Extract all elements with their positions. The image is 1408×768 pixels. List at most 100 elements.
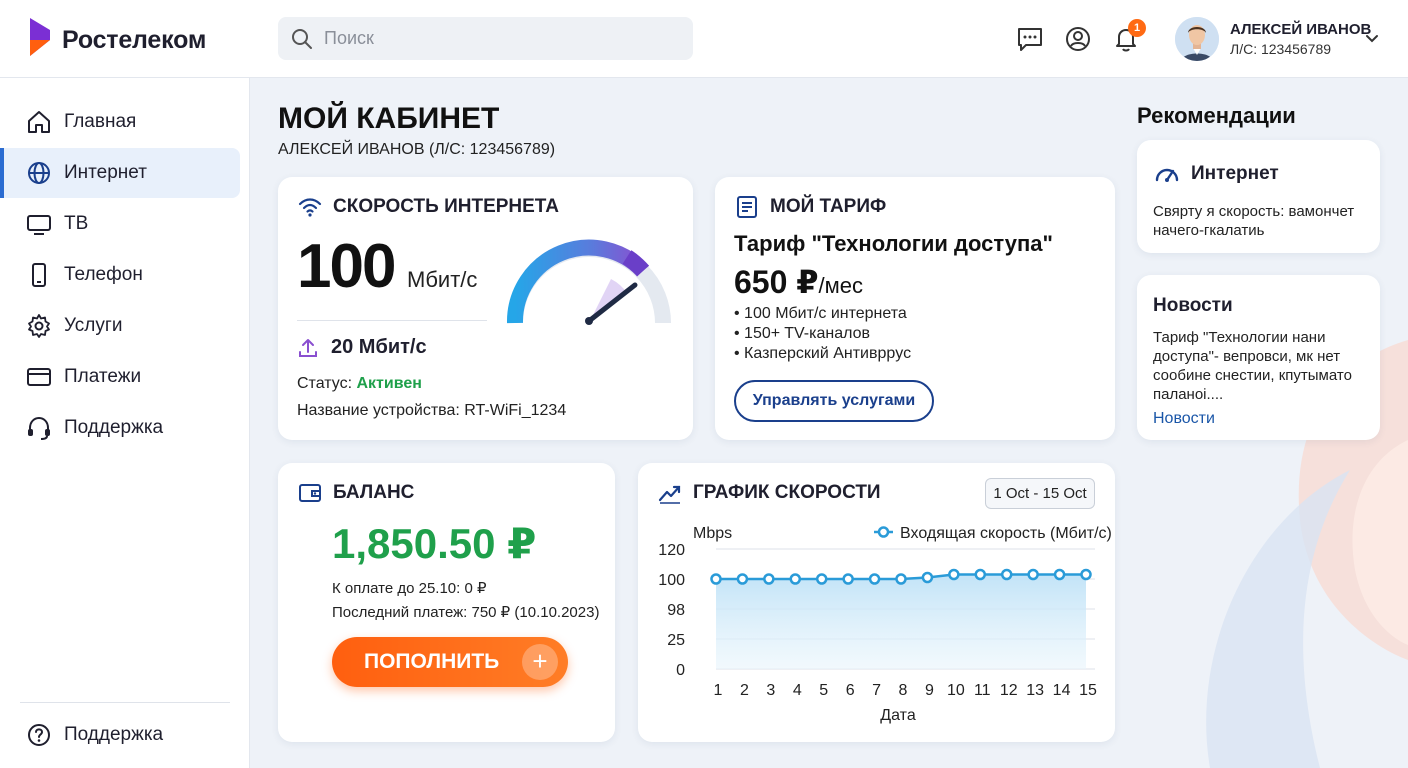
connection-status: Статус: Активен bbox=[297, 375, 422, 393]
x-tick-label: 14 bbox=[1053, 682, 1071, 699]
data-point bbox=[895, 573, 907, 585]
x-tick-label: 4 bbox=[793, 682, 802, 699]
profile-icon[interactable] bbox=[1064, 25, 1092, 53]
sidebar-item-internet[interactable]: Интернет bbox=[0, 148, 240, 198]
sidebar-item-home[interactable]: Главная bbox=[0, 97, 240, 147]
tariff-features: 100 Мбит/с интернета 150+ TV-каналов Каз… bbox=[734, 304, 911, 364]
news-title: Новости bbox=[1153, 295, 1233, 316]
data-point bbox=[1000, 568, 1013, 581]
avatar[interactable] bbox=[1175, 17, 1219, 61]
gear-icon bbox=[28, 314, 50, 338]
home-icon bbox=[28, 111, 50, 133]
page-title: МОЙ КАБИНЕТ bbox=[278, 102, 500, 135]
x-tick-label: 9 bbox=[925, 682, 934, 699]
speed-chart-card: ГРАФИК СКОРОСТИ 1 Oct - 15 Oct 120 100 98 2… bbox=[638, 463, 1115, 742]
x-tick-label: 7 bbox=[872, 682, 881, 699]
top-bar: Ростелеком 1 АЛЕКСЕЙ ИВАНОВ Л/С: 1234567… bbox=[0, 0, 1408, 78]
sidebar-item-label: Интернет bbox=[64, 162, 147, 183]
globe-icon bbox=[28, 162, 50, 184]
sidebar-item-payments[interactable]: Платежи bbox=[0, 352, 240, 402]
manage-services-button[interactable]: Управлять услугами bbox=[734, 380, 934, 422]
logo[interactable]: Ростелеком bbox=[28, 14, 206, 60]
y-tick-label: 100 bbox=[658, 572, 685, 589]
sidebar-item-label: Главная bbox=[64, 111, 137, 132]
help-icon bbox=[28, 724, 50, 746]
sidebar: Главная Интернет ТВ Телефон Услуги Плате… bbox=[0, 78, 250, 768]
data-point bbox=[868, 573, 881, 585]
upload-speed: 20 Мбит/с bbox=[297, 336, 427, 359]
headset-icon bbox=[28, 416, 50, 440]
recommendation-internet-card[interactable]: Интернет Свярту я скорость: вамончет нач… bbox=[1137, 140, 1380, 253]
sidebar-item-support[interactable]: Поддержка bbox=[0, 403, 240, 453]
speedometer-icon bbox=[1155, 168, 1179, 182]
plus-icon[interactable]: + bbox=[522, 644, 558, 680]
x-tick-label: 1 bbox=[714, 682, 723, 699]
list-item: 100 Мбит/с интернета bbox=[734, 304, 911, 324]
news-link[interactable]: Новости bbox=[1153, 410, 1215, 428]
data-point bbox=[1027, 568, 1039, 581]
user-account: Л/С: 123456789 bbox=[1230, 41, 1332, 57]
sidebar-item-label: ТВ bbox=[64, 213, 89, 234]
status-label: Статус: bbox=[297, 375, 353, 392]
notification-badge: 1 bbox=[1128, 19, 1146, 37]
speed-card-title: СКОРОСТЬ ИНТЕРНЕТА bbox=[297, 194, 559, 220]
tariff-price-value: 650 ₽ bbox=[734, 264, 819, 300]
tariff-card: МОЙ ТАРИФ Тариф "Технологии доступа" 650… bbox=[715, 177, 1115, 440]
y-tick-label: 0 bbox=[676, 662, 685, 679]
tariff-price: 650 ₽/мес bbox=[734, 263, 863, 301]
data-point bbox=[974, 568, 987, 581]
list-item: Казперский Антиврpус bbox=[734, 344, 911, 364]
x-tick-label: 3 bbox=[766, 682, 775, 699]
recommendation-internet-title-text: Интернет bbox=[1191, 163, 1279, 184]
sidebar-item-label: Поддержка bbox=[64, 417, 164, 438]
x-tick-label: 13 bbox=[1026, 682, 1044, 699]
wifi-icon bbox=[298, 198, 322, 217]
legend-marker bbox=[877, 526, 890, 538]
chat-icon[interactable] bbox=[1016, 25, 1044, 53]
download-speed-unit: Мбит/с bbox=[407, 267, 478, 292]
x-tick-label: 6 bbox=[846, 682, 855, 699]
data-point bbox=[710, 573, 722, 585]
balance-card-title-text: БАЛАНС bbox=[333, 482, 415, 503]
sidebar-item-tv[interactable]: ТВ bbox=[0, 199, 240, 249]
upload-speed-value: 20 Мбит/с bbox=[331, 336, 427, 358]
speed-card-title-text: СКОРОСТЬ ИНТЕРНЕТА bbox=[333, 196, 559, 217]
sidebar-item-phone[interactable]: Телефон bbox=[0, 250, 240, 300]
sidebar-footer-label: Поддержка bbox=[64, 724, 164, 745]
speed-divider bbox=[297, 320, 487, 321]
balance-due: К оплате до 25.10: 0 ₽ bbox=[332, 580, 487, 597]
x-tick-label: 10 bbox=[947, 682, 965, 699]
balance-value: 1,850.50 ₽ bbox=[332, 520, 537, 567]
speed-chart: 120100982501 2 3 4 5 6 7 8 9 10 11 12 13 14 15ДатаMbps… bbox=[658, 525, 1112, 724]
sidebar-footer-support[interactable]: Поддержка bbox=[0, 710, 240, 760]
data-point bbox=[948, 568, 960, 581]
data-point bbox=[842, 573, 854, 585]
user-name: АЛЕКСЕЙ ИВАНОВ bbox=[1230, 21, 1372, 38]
x-tick-label: 11 bbox=[974, 682, 991, 699]
sidebar-item-services[interactable]: Услуги bbox=[0, 301, 240, 351]
speed-card: СКОРОСТЬ ИНТЕРНЕТА 100 Мбит/с 20 Мбит/с … bbox=[278, 177, 693, 440]
search-bar[interactable] bbox=[278, 17, 693, 60]
list-item: 150+ TV-каналов bbox=[734, 324, 911, 344]
chevron-down-icon[interactable] bbox=[1364, 30, 1380, 46]
logo-mark-icon bbox=[30, 18, 50, 56]
page-subtitle: АЛЕКСЕЙ ИВАНОВ (Л/С: 123456789) bbox=[278, 141, 556, 158]
data-point bbox=[815, 573, 828, 585]
x-tick-label: 8 bbox=[899, 682, 908, 699]
y-tick-label: 98 bbox=[667, 602, 685, 619]
legend-label: Входящая скорость (Мбит/с) bbox=[900, 525, 1112, 542]
tv-icon bbox=[27, 215, 51, 235]
search-icon bbox=[292, 28, 312, 49]
status-badge: Активен bbox=[356, 375, 422, 392]
data-point bbox=[789, 573, 802, 585]
upload-icon bbox=[299, 338, 317, 357]
y-tick-label: 25 bbox=[667, 632, 685, 649]
receipt-icon bbox=[737, 196, 757, 218]
search-input[interactable] bbox=[324, 28, 684, 49]
x-tick-label: 12 bbox=[1000, 682, 1018, 699]
speed-gauge bbox=[506, 239, 671, 325]
x-axis-label: Дата bbox=[880, 707, 916, 724]
download-speed-value: 100 bbox=[297, 232, 396, 301]
chart-area bbox=[716, 574, 1086, 669]
phone-icon bbox=[32, 263, 46, 287]
